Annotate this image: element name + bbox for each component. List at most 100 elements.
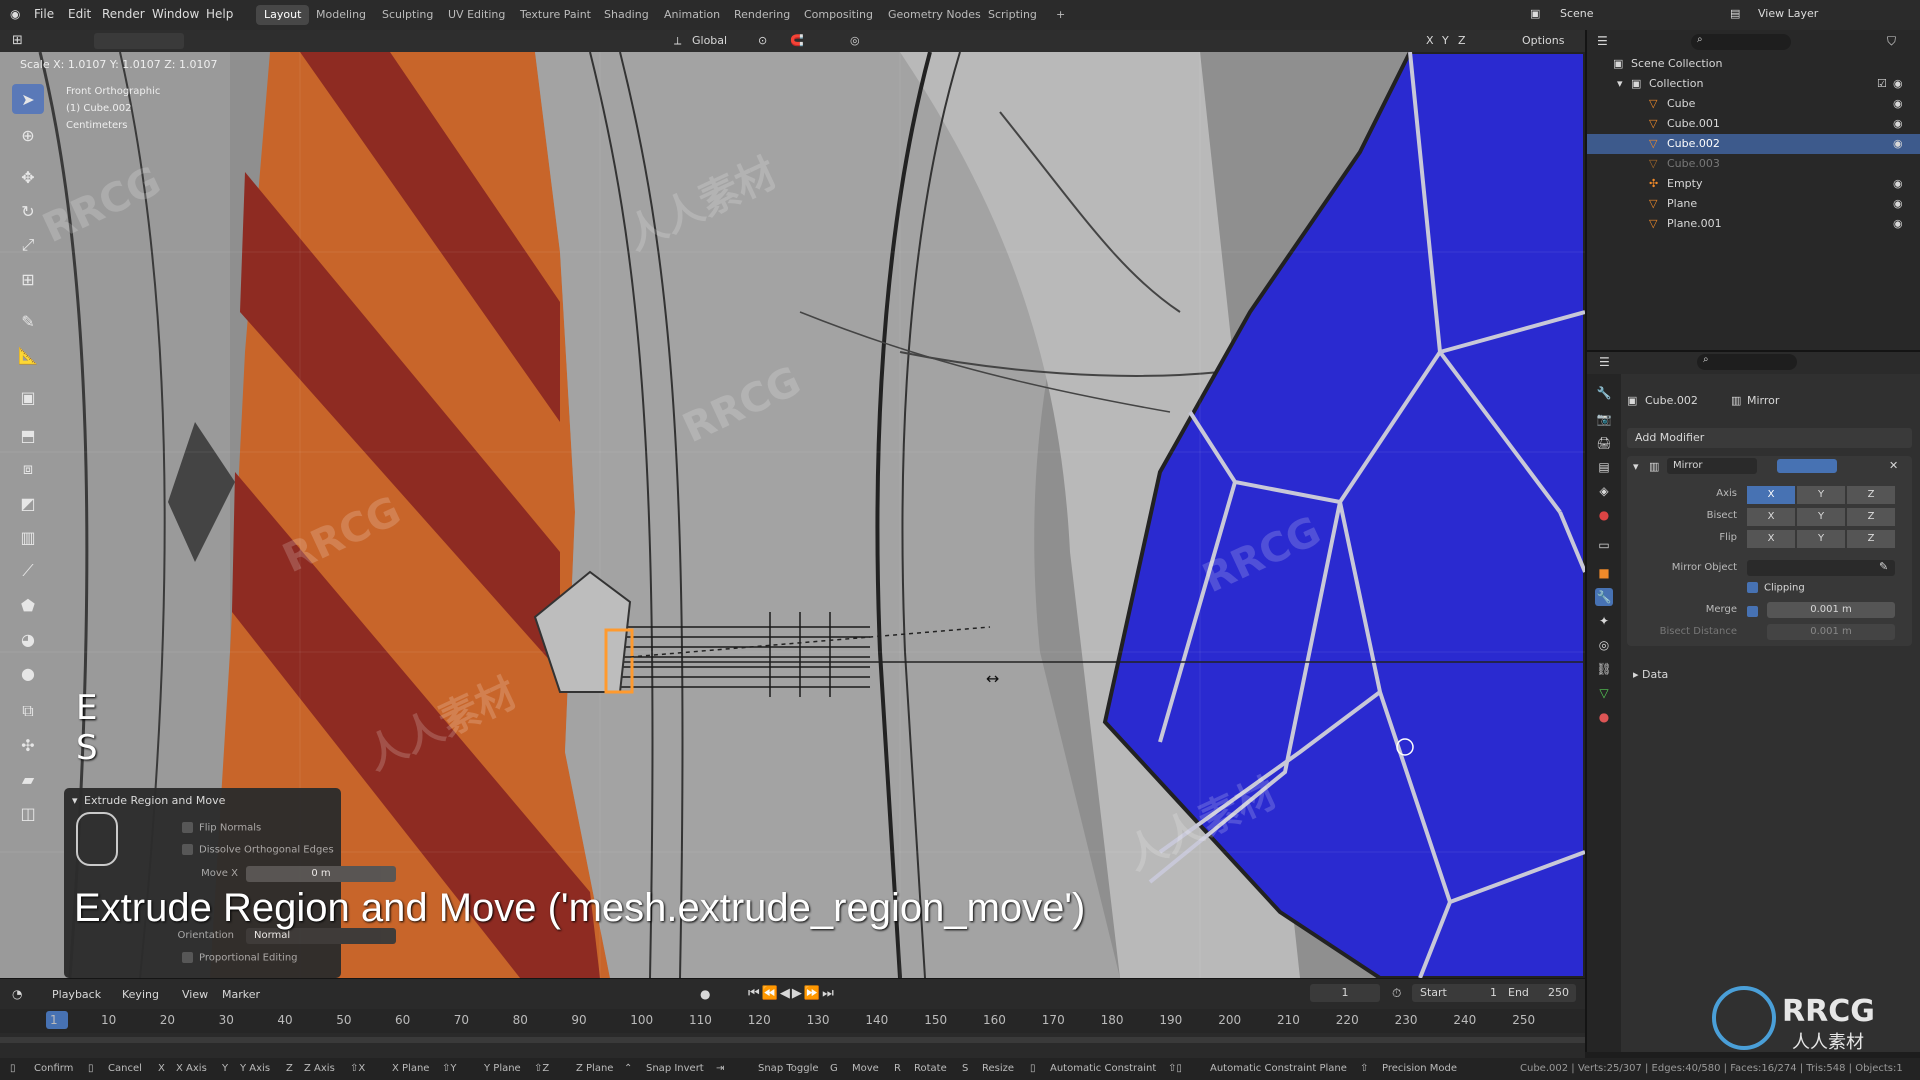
visibility-eye-icon[interactable]: ◉ xyxy=(1893,134,1903,154)
poly-build-tool-icon[interactable]: ⬟ xyxy=(12,590,44,620)
proportional-edit-icon[interactable]: ◎ xyxy=(850,34,860,47)
pivot-icon[interactable]: ⊙ xyxy=(758,34,767,47)
start-frame-field[interactable]: Start 1 xyxy=(1412,984,1508,1002)
measure-tool-icon[interactable]: 📐 xyxy=(12,340,44,370)
modifier-tab-icon[interactable]: 🔧 xyxy=(1595,588,1613,606)
workspace-tab-geometry-nodes[interactable]: Geometry Nodes xyxy=(880,5,989,25)
merge-distance-field[interactable]: 0.001 m xyxy=(1767,602,1895,618)
shear-tool-icon[interactable]: ▰ xyxy=(12,764,44,794)
view-menu[interactable]: View xyxy=(182,988,208,1001)
data-subpanel[interactable]: ▸ Data xyxy=(1633,668,1668,681)
stopwatch-icon[interactable]: ⏱ xyxy=(1392,986,1401,1001)
flip-x-toggle[interactable]: X xyxy=(1747,530,1795,548)
select-mode-buttons[interactable] xyxy=(94,33,184,49)
eyedropper-icon[interactable]: ✎ xyxy=(1879,560,1888,573)
marker-menu[interactable]: Marker xyxy=(222,988,260,1001)
dissolve-edges-option[interactable]: Dissolve Orthogonal Edges xyxy=(182,844,334,856)
playback-menu[interactable]: Playback xyxy=(52,988,101,1001)
end-frame-field[interactable]: End 250 xyxy=(1500,984,1576,1002)
playback-controls-icon[interactable]: ⏮⏪◀▶⏩⏭ xyxy=(748,986,836,1001)
expand-modifier-icon[interactable]: ▾ xyxy=(1633,460,1639,473)
axis-y-toggle[interactable]: Y xyxy=(1797,486,1845,504)
timeline-scrollbar[interactable] xyxy=(0,1037,1585,1043)
move-x-field[interactable]: 0 m xyxy=(246,866,396,882)
tool-tab-icon[interactable]: 🔧 xyxy=(1595,384,1613,402)
menu-render[interactable]: Render xyxy=(102,7,145,21)
view-layer-icon[interactable]: ▤ xyxy=(1730,7,1740,20)
visibility-eye-icon[interactable]: ◉ xyxy=(1893,174,1903,194)
physics-tab-icon[interactable]: ◎ xyxy=(1595,636,1613,654)
merge-checkbox[interactable] xyxy=(1747,604,1764,618)
workspace-tab-layout[interactable]: Layout xyxy=(256,5,310,25)
edge-slide-tool-icon[interactable]: ⧉ xyxy=(12,696,44,726)
proportional-editing-option[interactable]: Proportional Editing xyxy=(182,952,298,964)
material-tab-icon[interactable]: ● xyxy=(1595,708,1613,726)
menu-edit[interactable]: Edit xyxy=(68,7,91,21)
options-dropdown[interactable]: Options xyxy=(1522,34,1564,47)
outliner-row-object[interactable]: ▽ Plane ◉ xyxy=(1587,194,1920,214)
view-layer-name[interactable]: View Layer xyxy=(1758,7,1818,20)
axis-x-toggle[interactable]: X xyxy=(1747,486,1795,504)
add-workspace-icon[interactable]: + xyxy=(1048,5,1073,25)
transform-orientation-dropdown[interactable]: Global xyxy=(692,34,727,47)
modifier-name-field[interactable]: Mirror xyxy=(1667,458,1757,474)
current-frame-field[interactable]: 1 xyxy=(1310,984,1380,1002)
knife-tool-icon[interactable]: ⟋ xyxy=(12,556,44,586)
inset-tool-icon[interactable]: ⧈ xyxy=(12,454,44,484)
workspace-tab-uv-editing[interactable]: UV Editing xyxy=(440,5,513,25)
cursor-tool-icon[interactable]: ⊕ xyxy=(12,120,44,150)
extrude-tool-icon[interactable]: ⬒ xyxy=(12,420,44,450)
orientation-icon[interactable]: ⟂ xyxy=(674,34,681,48)
scale-tool-icon[interactable]: ⤢ xyxy=(12,230,44,260)
bisect-distance-field[interactable]: 0.001 m xyxy=(1767,624,1895,640)
collection-tab-icon[interactable]: ▭ xyxy=(1595,536,1613,554)
operator-title[interactable]: Extrude Region and Move xyxy=(84,794,225,807)
mirror-axis-y[interactable]: Y xyxy=(1442,34,1449,47)
collapse-icon[interactable]: ▾ xyxy=(72,794,78,807)
workspace-tab-scripting[interactable]: Scripting xyxy=(980,5,1045,25)
visibility-eye-icon[interactable]: ◉ xyxy=(1893,94,1903,114)
outliner-row-collection[interactable]: ▾ ▣ Collection ☑ ◉ xyxy=(1587,74,1920,94)
spin-tool-icon[interactable]: ◕ xyxy=(12,624,44,654)
shrink-fatten-tool-icon[interactable]: ✣ xyxy=(12,730,44,760)
outliner-row-object[interactable]: ▽ Cube.003 xyxy=(1587,154,1920,174)
visibility-eye-icon[interactable]: ◉ xyxy=(1893,214,1903,234)
workspace-tab-texture-paint[interactable]: Texture Paint xyxy=(512,5,599,25)
bisect-x-toggle[interactable]: X xyxy=(1747,508,1795,526)
outliner-search-input[interactable]: ⌕ xyxy=(1691,34,1791,50)
rip-tool-icon[interactable]: ◫ xyxy=(12,798,44,828)
remove-modifier-icon[interactable]: ✕ xyxy=(1889,459,1898,472)
clipping-checkbox[interactable]: Clipping xyxy=(1747,582,1805,594)
bisect-y-toggle[interactable]: Y xyxy=(1797,508,1845,526)
outliner-editor-icon[interactable]: ☰ xyxy=(1597,34,1608,48)
mirror-object-field[interactable] xyxy=(1747,560,1895,576)
flip-z-toggle[interactable]: Z xyxy=(1847,530,1895,548)
constraints-tab-icon[interactable]: ⛓ xyxy=(1595,660,1613,678)
object-tab-icon[interactable]: ■ xyxy=(1595,564,1613,582)
record-icon[interactable]: ● xyxy=(700,987,710,1001)
outliner-row-object[interactable]: ▽ Plane.001 ◉ xyxy=(1587,214,1920,234)
visibility-eye-icon[interactable]: ◉ xyxy=(1893,74,1903,94)
view-layer-tab-icon[interactable]: ▤ xyxy=(1595,458,1613,476)
checkbox-icon[interactable]: ☑ xyxy=(1877,74,1887,94)
blender-logo-icon[interactable]: ◉ xyxy=(10,7,20,21)
add-modifier-dropdown[interactable]: Add Modifier xyxy=(1627,428,1912,448)
visibility-eye-icon[interactable]: ◉ xyxy=(1893,114,1903,134)
outliner-row-object[interactable]: ▽ Cube.001 ◉ xyxy=(1587,114,1920,134)
output-tab-icon[interactable]: 🖨 xyxy=(1595,434,1613,452)
mirror-axis-x[interactable]: X xyxy=(1426,34,1434,47)
keying-menu[interactable]: Keying xyxy=(122,988,159,1001)
snap-icon[interactable]: 🧲 xyxy=(790,34,804,47)
workspace-tab-rendering[interactable]: Rendering xyxy=(726,5,798,25)
data-tab-icon[interactable]: ▽ xyxy=(1595,684,1613,702)
properties-editor-icon[interactable]: ☰ xyxy=(1599,355,1610,369)
modifier-display-toggles[interactable] xyxy=(1777,459,1837,473)
mirror-axis-z[interactable]: Z xyxy=(1458,34,1466,47)
add-cube-tool-icon[interactable]: ▣ xyxy=(12,382,44,412)
outliner-row-scene-collection[interactable]: ▣ Scene Collection xyxy=(1587,54,1920,74)
filter-icon[interactable]: ⛉ xyxy=(1887,34,1896,49)
select-tool-icon[interactable]: ➤ xyxy=(12,84,44,114)
workspace-tab-animation[interactable]: Animation xyxy=(656,5,728,25)
timeline-editor-icon[interactable]: ◔ xyxy=(12,987,22,1001)
axis-z-toggle[interactable]: Z xyxy=(1847,486,1895,504)
